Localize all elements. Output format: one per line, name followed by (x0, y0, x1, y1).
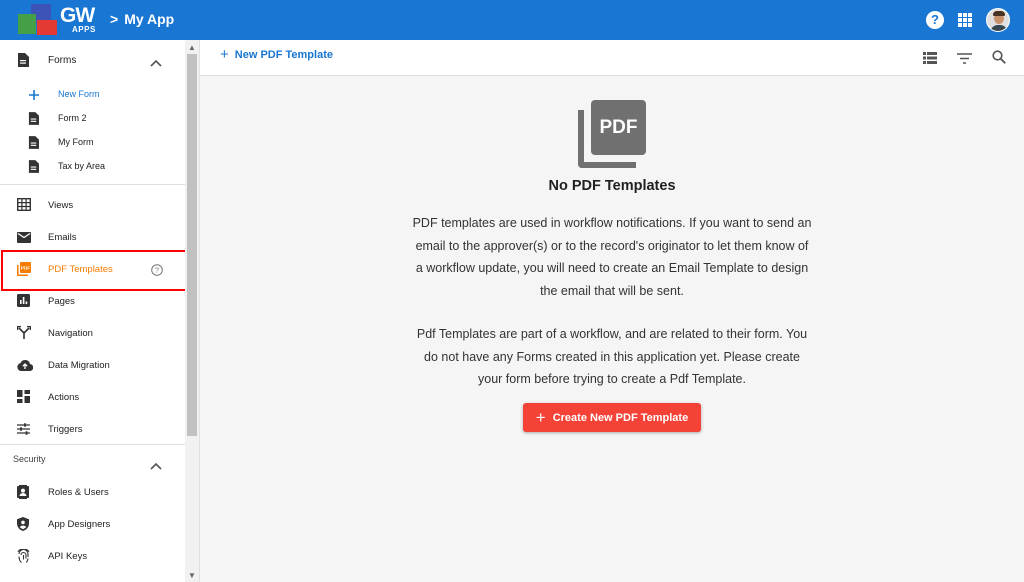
dashboard-icon (17, 390, 30, 408)
sidebar-item-data-migration[interactable]: Data Migration (0, 349, 186, 381)
content-toolbar: + New PDF Template (200, 40, 1024, 76)
sidebar-item-my-form[interactable]: My Form (0, 130, 186, 154)
app-header: GW APPS > My App ? (0, 0, 1024, 40)
cloud-upload-icon (17, 358, 34, 376)
chevron-up-icon[interactable] (150, 457, 162, 475)
pdf-art-label: PDF (591, 100, 646, 155)
sidebar-item-label: Pages (48, 296, 75, 307)
filter-icon[interactable] (957, 51, 972, 69)
sidebar-section-security-label: Security (13, 454, 46, 464)
sidebar-item-label: My Form (58, 137, 94, 147)
create-button-label: Create New PDF Template (552, 411, 689, 424)
contact-icon (17, 485, 29, 504)
sidebar-item-app-designers[interactable]: App Designers (0, 508, 186, 540)
sidebar-item-label: Emails (48, 232, 77, 243)
empty-state-note: Pdf Templates are part of a workflow, an… (416, 327, 808, 387)
sidebar-item-triggers[interactable]: Triggers (0, 413, 186, 445)
fork-icon (16, 325, 32, 344)
sidebar-item-emails[interactable]: Emails (0, 221, 186, 253)
logo-subtext: APPS (72, 25, 96, 34)
new-pdf-template-button[interactable]: + New PDF Template (220, 46, 333, 63)
sliders-icon (17, 422, 30, 440)
sidebar-item-label: Triggers (48, 424, 83, 435)
sidebar-item-new-form[interactable]: New Form (0, 82, 186, 106)
sidebar-scrollbar[interactable]: ▲ ▼ (185, 40, 199, 582)
sidebar-item-actions[interactable]: Actions (0, 381, 186, 413)
scroll-down-arrow-icon[interactable]: ▼ (188, 571, 196, 580)
chart-icon (17, 294, 30, 312)
sidebar-item-form-2[interactable]: Form 2 (0, 106, 186, 130)
breadcrumb: > My App (110, 11, 174, 27)
search-icon[interactable] (992, 50, 1006, 69)
fingerprint-icon (17, 548, 30, 568)
logo-square-green (18, 14, 36, 34)
document-icon (28, 112, 39, 130)
sidebar-item-label: Roles & Users (48, 487, 109, 498)
sidebar-section-label: Forms (48, 54, 77, 66)
sidebar-item-pages[interactable]: Pages (0, 285, 186, 317)
sidebar-item-label: Form 2 (58, 113, 87, 123)
envelope-icon (17, 230, 31, 248)
plus-icon: + (220, 46, 229, 63)
avatar[interactable] (986, 8, 1010, 32)
sidebar-divider (0, 184, 186, 185)
document-icon (17, 53, 29, 72)
chevron-up-icon[interactable] (150, 54, 162, 72)
empty-state-title: No PDF Templates (548, 178, 676, 194)
sidebar-item-label: Views (48, 200, 74, 211)
sidebar-item-label: Actions (48, 392, 80, 403)
sidebar-item-label: Data Migration (48, 360, 110, 371)
chevron-right-icon: > (110, 11, 119, 27)
help-icon[interactable]: ? (926, 11, 944, 29)
table-icon (16, 197, 32, 216)
sidebar-item-roles-users[interactable]: Roles & Users (0, 476, 186, 508)
app-name[interactable]: My App (124, 11, 174, 27)
document-icon (28, 136, 39, 154)
new-pdf-template-label: New PDF Template (234, 49, 333, 61)
sidebar-item-navigation[interactable]: Navigation (0, 317, 186, 349)
document-icon (28, 160, 39, 178)
plus-icon: + (535, 407, 546, 427)
scrollbar-thumb[interactable] (187, 54, 197, 436)
sidebar-item-label: New Form (58, 89, 100, 99)
list-icon[interactable] (923, 51, 937, 69)
shield-icon (17, 517, 29, 536)
gw-apps-logo[interactable]: GW APPS (18, 4, 98, 36)
create-new-pdf-template-button[interactable]: + Create New PDF Template (523, 403, 701, 432)
sidebar-item-label: Navigation (48, 328, 93, 339)
plus-icon (28, 88, 40, 106)
sidebar-item-label: App Designers (48, 519, 111, 530)
empty-state-description: PDF templates are used in workflow notif… (412, 216, 812, 299)
logo-square-red (37, 20, 57, 35)
sidebar-divider (0, 444, 186, 445)
scroll-up-arrow-icon[interactable]: ▲ (188, 43, 196, 52)
header-actions: ? (926, 8, 1010, 32)
sidebar-item-api-keys[interactable]: API Keys (0, 540, 186, 572)
pdf-templates-illustration-icon: PDF (578, 100, 646, 168)
sidebar-item-tax-by-area[interactable]: Tax by Area (0, 154, 186, 178)
sidebar-section-forms[interactable]: Forms (0, 42, 186, 78)
apps-grid-icon[interactable] (958, 13, 972, 27)
sidebar-item-label: API Keys (48, 551, 88, 562)
sidebar-item-views[interactable]: Views (0, 189, 186, 221)
toolbar-actions (923, 50, 1006, 69)
sidebar-item-label: Tax by Area (58, 161, 106, 171)
sidebar: Forms New Form Form 2 My Form Tax by Are… (0, 40, 200, 582)
